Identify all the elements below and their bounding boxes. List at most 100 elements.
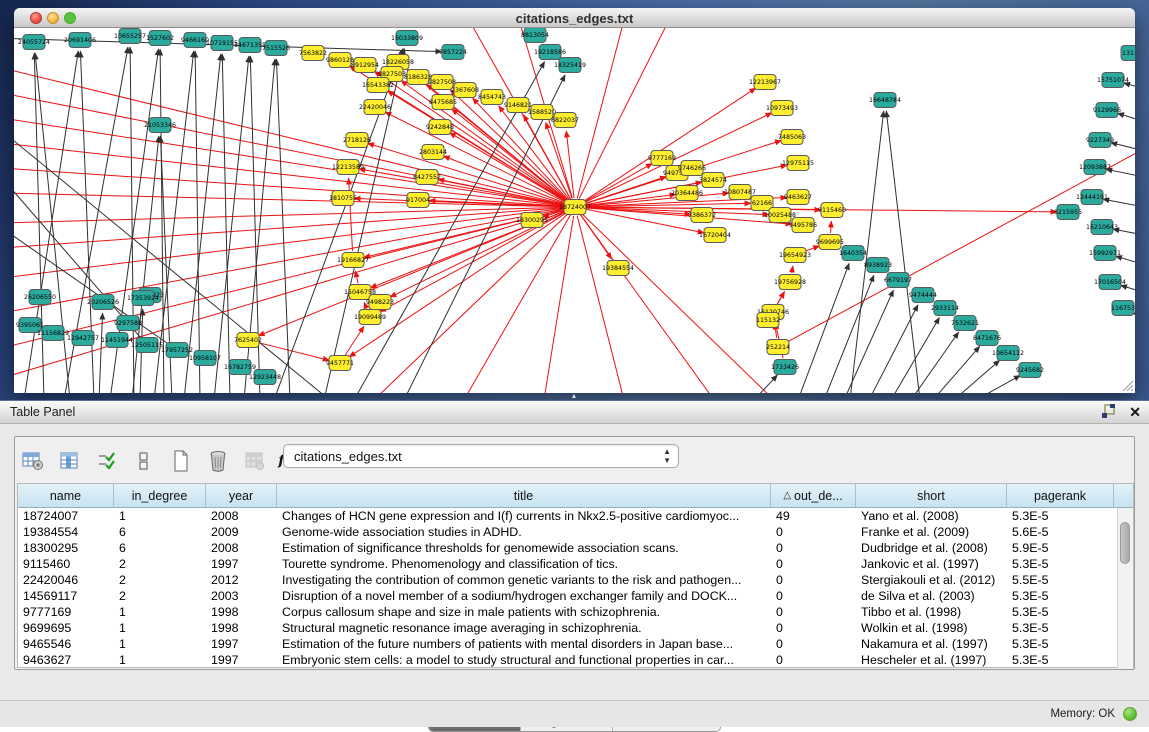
graph-node[interactable]: 11156829 [37,326,69,341]
graph-node[interactable]: 9245682 [1016,363,1044,378]
graph-node[interactable]: 17016504 [1094,275,1126,290]
graph-node[interactable]: 19384554 [602,261,634,276]
graph-node[interactable]: 13112 [1121,46,1135,61]
graph-node[interactable]: 7563822 [299,46,327,61]
graph-node[interactable]: 8475685 [429,95,457,110]
graph-edge[interactable] [195,51,200,393]
graph-node[interactable]: 12942757 [67,331,99,346]
row-height-icon[interactable] [132,449,156,473]
graph-node[interactable]: 15992971 [1089,246,1121,261]
graph-node[interactable]: 2718126 [343,133,371,148]
graph-edge[interactable] [579,28,669,199]
graph-node[interactable]: 9777169 [648,151,676,166]
table-row[interactable]: 946554611997Estimation of the future num… [18,636,1133,652]
graph-node[interactable]: 20206526 [87,295,119,310]
graph-edge[interactable] [1118,113,1135,123]
graph-edge[interactable] [35,53,70,393]
panel-divider-handle[interactable]: ▲ [568,394,580,399]
graph-node[interactable]: 18325419 [554,58,586,73]
table-row[interactable]: 1456911722003Disruption of a novel membe… [18,588,1133,604]
graph-node[interactable]: 1527602 [146,31,174,46]
graph-node[interactable]: 8454743 [478,90,506,105]
graph-node[interactable]: 7857224 [439,45,467,60]
graph-node[interactable]: 1733426 [771,360,799,375]
graph-edge[interactable] [566,131,574,198]
graph-node[interactable]: 10025488 [764,208,796,223]
graph-edge[interactable] [792,266,793,273]
graph-node[interactable]: 10958107 [189,351,221,366]
graph-edge[interactable] [1111,143,1135,152]
graph-node[interactable]: 8912954 [351,58,379,73]
graph-node[interactable]: 18300295 [516,213,548,228]
graph-node[interactable]: 9242848 [426,120,454,135]
graph-edge[interactable] [374,213,569,393]
graph-edge[interactable] [581,213,774,393]
graph-node[interactable]: 19166827 [337,253,369,268]
select-rows-check-icon[interactable] [95,449,119,473]
delete-table-icon[interactable] [206,449,230,473]
graph-node[interactable]: 12444191 [1076,190,1108,205]
graph-node[interactable]: 9498223 [366,295,394,310]
graph-edge[interactable] [14,68,566,205]
graph-node[interactable]: 9699695 [816,235,844,250]
graph-node[interactable]: 9463627 [784,190,812,205]
column-header-name[interactable]: name [18,484,114,507]
graph-node[interactable]: 19756928 [774,275,806,290]
graph-node[interactable]: 8471676 [973,331,1001,346]
table-row[interactable]: 1938455462009Genome-wide association stu… [18,524,1133,540]
graph-node[interactable]: 252214 [766,340,790,355]
graph-node[interactable]: 917004 [406,193,430,208]
graph-node[interactable]: 19099489 [354,310,386,325]
scrollbar-thumb[interactable] [1120,522,1130,564]
graph-node[interactable]: 26206550 [24,290,56,305]
graph-edge[interactable] [976,375,1020,393]
graph-node[interactable]: 6679197 [884,273,912,288]
graph-edge[interactable] [1121,285,1135,294]
graph-node[interactable]: 9457771 [326,356,354,371]
graph-node[interactable]: 12923448 [249,370,281,385]
graph-node[interactable]: 8427552 [413,170,441,185]
table-row[interactable]: 1872400712008Changes of HCN gene express… [18,508,1133,524]
graph-node[interactable]: 1640354 [839,246,867,261]
window-titlebar[interactable]: citations_edges.txt [14,8,1135,28]
graph-edge[interactable] [583,163,653,202]
graph-node[interactable]: 2367608 [451,83,479,98]
graph-node[interactable]: 8215955 [1054,205,1082,220]
graph-node[interactable]: 9495786 [789,218,817,233]
column-header-in_degree[interactable]: in_degree [114,484,206,507]
graph-edge[interactable] [464,215,571,393]
graph-edge[interactable] [869,305,918,393]
graph-node[interactable]: 12213967 [749,75,781,90]
table-panel-header[interactable]: Table Panel ✕ [0,400,1149,424]
table-vertical-scrollbar[interactable] [1117,508,1133,668]
column-header-title[interactable]: title [277,484,771,507]
graph-node[interactable]: 16543382 [362,78,394,93]
graph-edge[interactable] [844,290,893,393]
graph-node[interactable]: 24055724 [18,35,50,50]
graph-node[interactable]: 7625402 [234,333,262,348]
table-row[interactable]: 911546021997Tourette syndrome. Phenomeno… [18,556,1133,572]
graph-node[interactable]: 7532621 [951,316,979,331]
graph-node[interactable]: 16720404 [699,228,731,243]
graph-edge[interactable] [14,193,566,207]
column-header-out_de[interactable]: △out_de... [771,484,856,507]
graph-node[interactable]: 16648784 [869,93,901,108]
graph-edge[interactable] [933,346,980,393]
graph-node[interactable]: 9860128 [326,53,354,68]
graph-node[interactable]: 12093887 [1079,160,1111,175]
graph-node[interactable]: 9129966 [1093,103,1121,118]
graph-node[interactable]: 2933114 [931,301,959,316]
graph-node[interactable]: 1810755 [329,191,357,206]
graph-edge[interactable] [14,209,566,348]
graph-node[interactable]: 10973493 [766,101,798,116]
graph-node[interactable]: 11451944 [101,333,133,348]
float-panel-icon[interactable] [1101,404,1117,419]
graph-node[interactable]: 12975115 [782,156,814,171]
column-header-pagerank[interactable]: pagerank [1007,484,1114,507]
select-column-icon[interactable] [58,449,82,473]
graph-edge[interactable] [580,214,714,393]
table-row[interactable]: 946362711997Embryonic stem cells: a mode… [18,652,1133,668]
graph-node[interactable]: 10654112 [992,346,1024,361]
graph-node[interactable]: 7485063 [778,130,806,145]
graph-node[interactable]: 16033809 [391,31,423,46]
